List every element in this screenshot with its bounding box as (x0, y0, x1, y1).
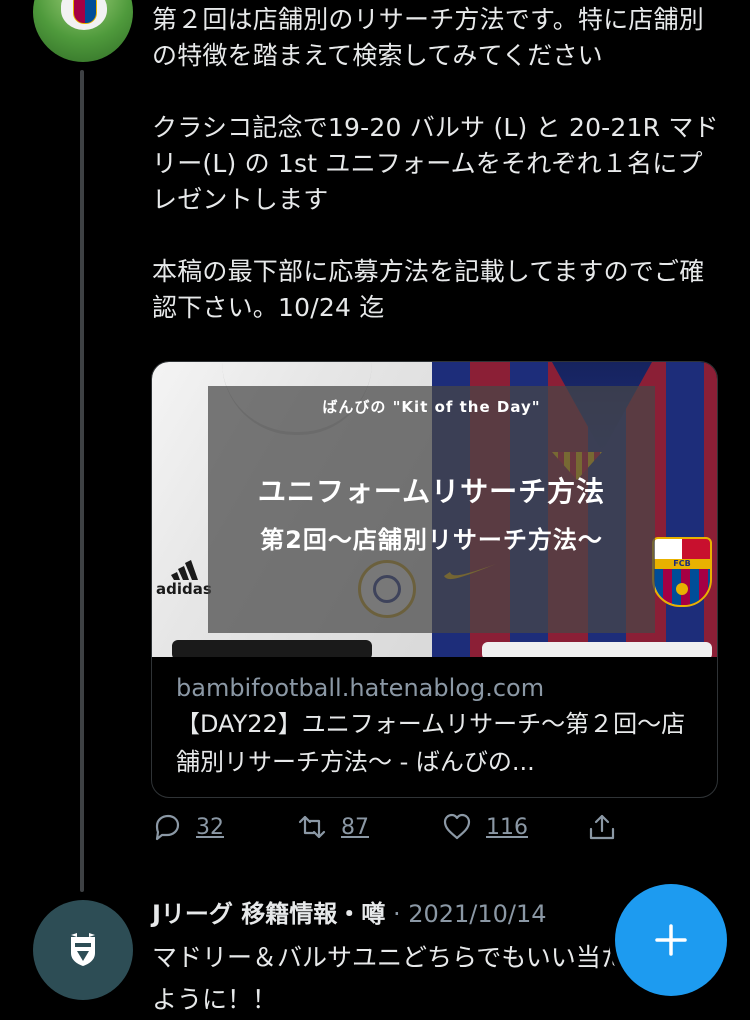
fc-barcelona-crest-icon (73, 0, 97, 24)
card-image: adidas FCB ばんびの "Kit of the Day" ユニフォームリ… (152, 362, 717, 657)
reply-count: 32 (196, 814, 224, 840)
reply-icon (155, 814, 180, 841)
plus-icon (655, 924, 687, 956)
link-card[interactable]: adidas FCB ばんびの "Kit of the Day" ユニフォームリ… (151, 361, 718, 798)
like-button[interactable]: 116 (442, 812, 528, 842)
retweet-icon (298, 815, 326, 839)
card-title: 【DAY22】ユニフォームリサーチ〜第２回〜店舗別リサーチ方法〜 - ばんびの.… (176, 710, 686, 776)
sponsor-logo (172, 640, 372, 657)
retweet-count: 87 (341, 814, 369, 840)
timeline: 第２回は店舗別のリサーチ方法です。特に店舗別の特徴を踏まえて検索してみてください… (0, 0, 750, 1020)
tweet-header: Jリーグ 移籍情報・噂 · 2021/10/14 (152, 896, 547, 932)
adidas-logo-icon (171, 560, 198, 580)
share-button[interactable] (587, 812, 617, 842)
author-avatar[interactable] (33, 0, 133, 62)
retweet-button[interactable]: 87 (297, 812, 369, 842)
thread-connector-line (80, 70, 84, 892)
card-domain: bambifootball.hatenablog.com (176, 674, 545, 702)
reply-button[interactable]: 32 (152, 812, 224, 842)
overlay-series-label: ばんびの "Kit of the Day" (322, 398, 541, 416)
sponsor-logo (482, 642, 712, 657)
compose-tweet-button[interactable] (615, 884, 727, 996)
tweet-timestamp[interactable]: · 2021/10/14 (393, 900, 547, 928)
fc-barcelona-crest-icon: FCB (652, 537, 712, 607)
author-name[interactable]: Jリーグ 移籍情報・噂 (152, 900, 385, 928)
overlay-title: ユニフォームリサーチ方法 (257, 475, 606, 508)
card-body: bambifootball.hatenablog.com 【DAY22】ユニフォ… (152, 657, 717, 781)
author-avatar[interactable] (33, 900, 133, 1000)
share-icon (589, 814, 615, 840)
overlay-subtitle: 第2回〜店舗別リサーチ方法〜 (260, 526, 603, 554)
club-emblem-icon (71, 933, 95, 966)
heart-icon (443, 813, 471, 840)
tweet-text: 第２回は店舗別のリサーチ方法です。特に店舗別の特徴を踏まえて検索してみてください… (152, 5, 719, 322)
like-count: 116 (486, 814, 528, 840)
adidas-wordmark: adidas (156, 580, 212, 598)
